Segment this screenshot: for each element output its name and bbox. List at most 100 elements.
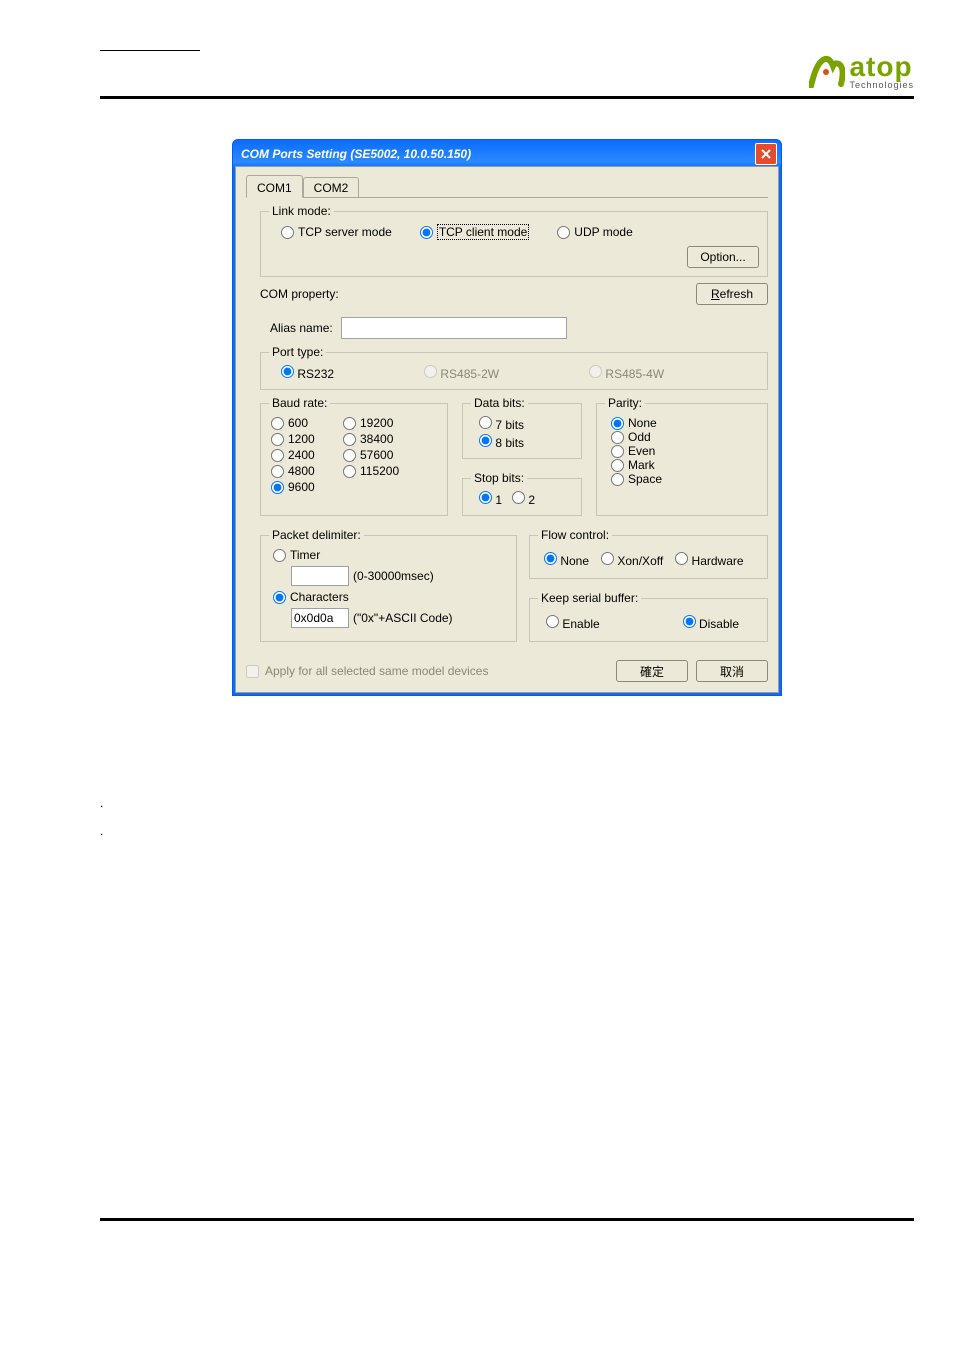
radio-baud-57600[interactable]: 57600 — [343, 448, 403, 462]
radio-udp-mode[interactable]: UDP mode — [557, 225, 632, 239]
stop1-label: 1 — [495, 493, 502, 507]
parity-space-label: Space — [628, 472, 662, 486]
flow-xon-label: Xon/Xoff — [617, 554, 663, 568]
packet-delimiter-group: Packet delimiter: Timer (0-30000msec) — [260, 528, 517, 642]
logo-sub: Technologies — [849, 81, 914, 90]
timer-input[interactable] — [291, 566, 349, 586]
flow-legend: Flow control: — [538, 528, 612, 542]
alias-name-label: Alias name: — [270, 321, 333, 335]
flow-none-label: None — [560, 554, 589, 568]
radio-8bits[interactable]: 8 bits — [479, 434, 573, 450]
tcp-client-label: TCP client mode — [437, 224, 529, 240]
option-button[interactable]: Option... — [687, 246, 759, 268]
radio-flow-xon[interactable]: Xon/Xoff — [601, 552, 663, 568]
8bits-label: 8 bits — [495, 436, 524, 450]
stopbits-legend: Stop bits: — [471, 471, 527, 485]
cancel-button[interactable]: 取消 — [696, 660, 768, 682]
tab-com1[interactable]: COM1 — [246, 175, 303, 198]
radio-parity-none[interactable]: None — [605, 416, 759, 430]
stop-bits-group: Stop bits: 1 2 — [462, 471, 582, 516]
baud-2400-label: 2400 — [288, 448, 315, 462]
link-mode-legend: Link mode: — [269, 204, 334, 218]
tab-com2[interactable]: COM2 — [303, 177, 360, 197]
brand-logo: atop Technologies — [809, 53, 914, 90]
port-type-group: Port type: RS232 RS485-2W RS485-4W — [260, 345, 768, 390]
parity-mark-label: Mark — [628, 458, 655, 472]
keep-enable-label: Enable — [562, 617, 599, 631]
radio-parity-even[interactable]: Even — [605, 444, 759, 458]
logo-mark-icon — [809, 56, 845, 88]
radio-parity-space[interactable]: Space — [605, 472, 759, 486]
radio-7bits[interactable]: 7 bits — [479, 416, 573, 432]
baud-115200-label: 115200 — [360, 464, 399, 478]
trailing-dot-2: . — [100, 824, 914, 838]
rs232-label: RS232 — [297, 367, 334, 381]
radio-tcp-server[interactable]: TCP server mode — [281, 225, 392, 239]
radio-stop-2[interactable]: 2 — [512, 491, 535, 507]
radio-rs485-2w: RS485-2W — [424, 365, 499, 381]
timer-hint: (0-30000msec) — [353, 569, 434, 583]
flow-hw-label: Hardware — [692, 554, 744, 568]
baud-600-label: 600 — [288, 416, 308, 430]
refresh-button[interactable]: Refresh — [696, 283, 768, 305]
radio-keep-disable[interactable]: Disable — [683, 615, 739, 631]
logo-brand: atop — [849, 53, 914, 81]
parity-group: Parity: None Odd Even Mark Space — [596, 396, 768, 516]
radio-tcp-client[interactable]: TCP client mode — [420, 224, 529, 240]
rs485-4w-label: RS485-4W — [605, 367, 664, 381]
radio-rs232[interactable]: RS232 — [281, 365, 334, 381]
7bits-label: 7 bits — [495, 418, 524, 432]
radio-flow-none[interactable]: None — [544, 552, 589, 568]
radio-keep-enable[interactable]: Enable — [546, 615, 600, 631]
trailing-dot-1: . — [100, 796, 914, 810]
ok-button[interactable]: 確定 — [616, 660, 688, 682]
radio-baud-600[interactable]: 600 — [271, 416, 331, 430]
radio-baud-2400[interactable]: 2400 — [271, 448, 331, 462]
port-type-legend: Port type: — [269, 345, 326, 359]
radio-baud-115200[interactable]: 115200 — [343, 464, 403, 478]
baud-1200-label: 1200 — [288, 432, 315, 446]
alias-name-input[interactable] — [341, 317, 567, 339]
radio-baud-38400[interactable]: 38400 — [343, 432, 403, 446]
keepbuf-legend: Keep serial buffer: — [538, 591, 641, 605]
radio-stop-1[interactable]: 1 — [479, 491, 502, 507]
chars-label: Characters — [290, 590, 349, 604]
title-bar[interactable]: COM Ports Setting (SE5002, 10.0.50.150) — [235, 142, 779, 166]
radio-parity-odd[interactable]: Odd — [605, 430, 759, 444]
radio-parity-mark[interactable]: Mark — [605, 458, 759, 472]
keep-disable-label: Disable — [699, 617, 739, 631]
link-mode-group: Link mode: TCP server mode TCP client mo… — [260, 204, 768, 277]
radio-rs485-4w: RS485-4W — [589, 365, 664, 381]
dialog-window: COM Ports Setting (SE5002, 10.0.50.150) … — [232, 139, 782, 696]
radio-baud-4800[interactable]: 4800 — [271, 464, 331, 478]
radio-flow-hw[interactable]: Hardware — [675, 552, 743, 568]
chars-input[interactable] — [291, 608, 349, 628]
parity-legend: Parity: — [605, 396, 645, 410]
baud-legend: Baud rate: — [269, 396, 330, 410]
baud-57600-label: 57600 — [360, 448, 393, 462]
radio-baud-1200[interactable]: 1200 — [271, 432, 331, 446]
radio-baud-19200[interactable]: 19200 — [343, 416, 403, 430]
udp-mode-label: UDP mode — [574, 225, 632, 239]
baud-9600-label: 9600 — [288, 480, 315, 494]
flow-control-group: Flow control: None Xon/Xoff Hardware — [529, 528, 768, 579]
radio-delim-timer[interactable]: Timer — [273, 548, 508, 562]
apply-all-label: Apply for all selected same model device… — [265, 664, 488, 678]
page-divider-top — [100, 96, 914, 99]
close-button[interactable] — [755, 143, 777, 165]
parity-none-label: None — [628, 416, 657, 430]
baud-38400-label: 38400 — [360, 432, 393, 446]
rs485-2w-label: RS485-2W — [440, 367, 499, 381]
baud-4800-label: 4800 — [288, 464, 315, 478]
parity-even-label: Even — [628, 444, 655, 458]
baud-19200-label: 19200 — [360, 416, 393, 430]
com-property-label: COM property: — [260, 287, 339, 301]
parity-odd-label: Odd — [628, 430, 651, 444]
keep-serial-group: Keep serial buffer: Enable Disable — [529, 591, 768, 642]
apply-all-checkbox: Apply for all selected same model device… — [246, 664, 488, 678]
tcp-server-label: TCP server mode — [298, 225, 392, 239]
data-bits-group: Data bits: 7 bits 8 bits — [462, 396, 582, 459]
radio-delim-chars[interactable]: Characters — [273, 590, 508, 604]
radio-baud-9600[interactable]: 9600 — [271, 480, 331, 494]
com-tabs: COM1 COM2 — [246, 175, 768, 198]
